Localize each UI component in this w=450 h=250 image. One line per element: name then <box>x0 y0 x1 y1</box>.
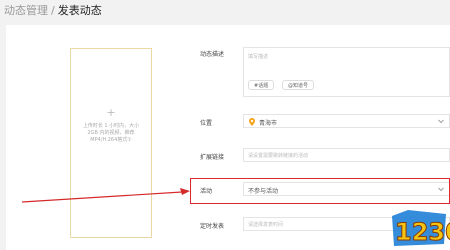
location-pin-icon <box>249 118 255 126</box>
location-value: 青海市 <box>259 120 278 127</box>
chevron-down-icon <box>438 119 444 124</box>
topic-tag-button[interactable]: #话题 <box>248 80 275 90</box>
breadcrumb: 动态管理 / 发表动态 <box>4 4 102 18</box>
scheduled-publish-placeholder: 请选择发表时间 <box>248 222 284 228</box>
add-icon: + <box>106 106 116 119</box>
description-placeholder: 填写描述 <box>248 54 269 60</box>
breadcrumb-parent[interactable]: 动态管理 <box>4 4 48 17</box>
location-label: 位置 <box>200 120 213 127</box>
video-upload-area[interactable]: + 上传时长 1 小时内，大小 2GB 内的视频，推荐MP4/H.264格式① <box>70 48 152 238</box>
extended-link-placeholder: 请设置需要跳转链接的活动 <box>248 153 309 159</box>
description-label: 动态描述 <box>200 51 225 58</box>
scheduled-publish-label: 定时发表 <box>200 223 225 230</box>
description-textarea[interactable]: 填写描述 #话题 @知道号 <box>243 47 450 97</box>
watermark-text: 1230 <box>395 218 450 246</box>
location-select[interactable]: 青海市 <box>243 114 450 128</box>
page-title: 发表动态 <box>57 4 102 17</box>
breadcrumb-separator: / <box>51 4 55 17</box>
watermark-logo: 1230 <box>392 210 450 247</box>
upload-hint: 上传时长 1 小时内，大小 2GB 内的视频，推荐MP4/H.264格式① <box>82 123 140 143</box>
extended-link-input[interactable]: 请设置需要跳转链接的活动 <box>243 148 450 162</box>
extended-link-label: 扩展链接 <box>200 154 225 161</box>
activity-highlight-box <box>190 178 450 204</box>
mention-tag-button[interactable]: @知道号 <box>282 80 315 90</box>
red-arrow-annotation <box>21 188 190 203</box>
